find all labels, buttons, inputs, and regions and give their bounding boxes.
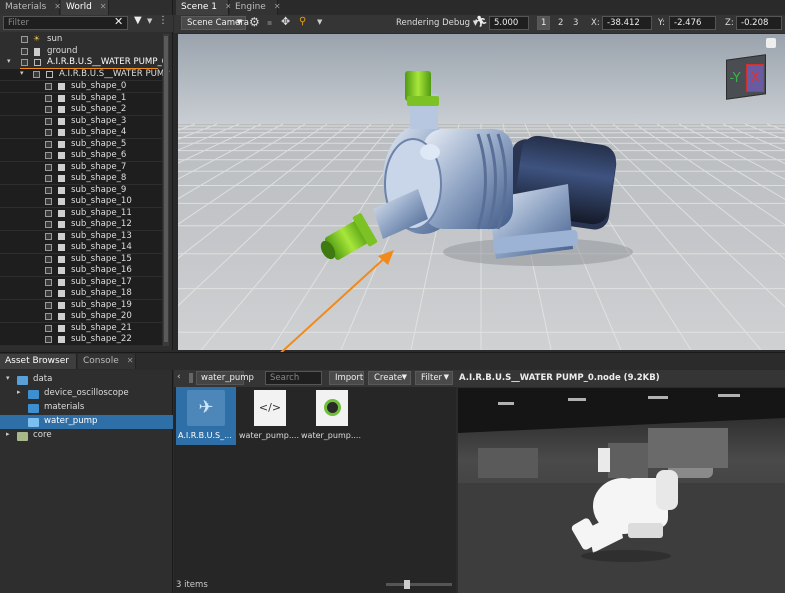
folder-icon: [17, 376, 28, 385]
folder-icon: [28, 418, 39, 427]
back-icon[interactable]: ‹: [177, 372, 181, 382]
file-grid: ✈ A.I.R.B.U.S_... </> water_pump.... wat…: [174, 387, 456, 593]
file-title: A.I.R.B.U.S__WATER PUMP_0.node (9.2KB): [459, 373, 660, 383]
folder-materials[interactable]: materials: [0, 401, 173, 415]
folder-water-pump[interactable]: water_pump: [0, 415, 173, 429]
search-input[interactable]: Search: [265, 371, 322, 385]
folder-label: device_oscilloscope: [44, 388, 129, 398]
tab-label: Asset Browser: [5, 356, 69, 366]
folder-data[interactable]: ▾ data: [0, 373, 173, 387]
create-button[interactable]: Create ▼: [368, 371, 411, 385]
import-button[interactable]: Import: [329, 371, 364, 385]
preview-render: [458, 388, 785, 593]
mesh-icon: [316, 390, 348, 426]
file-label: A.I.R.B.U.S_...: [178, 431, 232, 440]
file-item[interactable]: ✈ A.I.R.B.U.S_...: [176, 387, 236, 445]
folder-core[interactable]: ▸ core: [0, 429, 173, 443]
node-icon: ✈: [187, 390, 225, 426]
file-label: water_pump....: [301, 431, 361, 440]
folder-device-oscilloscope[interactable]: ▸ device_oscilloscope: [0, 387, 173, 401]
folder-icon: [17, 432, 28, 441]
chevron-down-icon[interactable]: ▾: [6, 374, 10, 382]
folder-label: core: [33, 430, 52, 440]
file-item[interactable]: </> water_pump....: [238, 387, 300, 445]
path-breadcrumb[interactable]: water_pump: [196, 371, 254, 385]
asset-preview: [458, 388, 785, 593]
folder-label: data: [33, 374, 53, 384]
code-icon: </>: [254, 390, 286, 426]
close-icon[interactable]: ✕: [127, 356, 134, 365]
folder-label: materials: [44, 402, 85, 412]
file-label: water_pump....: [239, 431, 299, 440]
folder-icon: [28, 390, 39, 399]
folder-label: water_pump: [44, 416, 98, 426]
chevron-right-icon[interactable]: ▸: [6, 430, 10, 438]
item-count: 3 items: [176, 580, 208, 590]
create-label: Create: [374, 373, 403, 383]
asset-browser-panel: Asset Browser✕ Console ✕ ▾ data ▸ device_os…: [0, 352, 785, 593]
tab-console[interactable]: Console ✕: [78, 354, 136, 369]
file-item[interactable]: water_pump....: [300, 387, 362, 445]
filter-button[interactable]: Filter ▼: [415, 371, 453, 385]
folder-icon: [28, 404, 39, 413]
tab-asset-browser[interactable]: Asset Browser✕: [0, 354, 84, 369]
path-separator-icon: [189, 373, 193, 383]
folder-tree: ▾ data ▸ device_oscilloscope materials wat…: [0, 370, 173, 593]
filter-label: Filter: [421, 373, 443, 383]
chevron-right-icon[interactable]: ▸: [17, 388, 21, 396]
tab-label: Console: [83, 356, 119, 366]
zoom-slider[interactable]: [386, 580, 452, 589]
